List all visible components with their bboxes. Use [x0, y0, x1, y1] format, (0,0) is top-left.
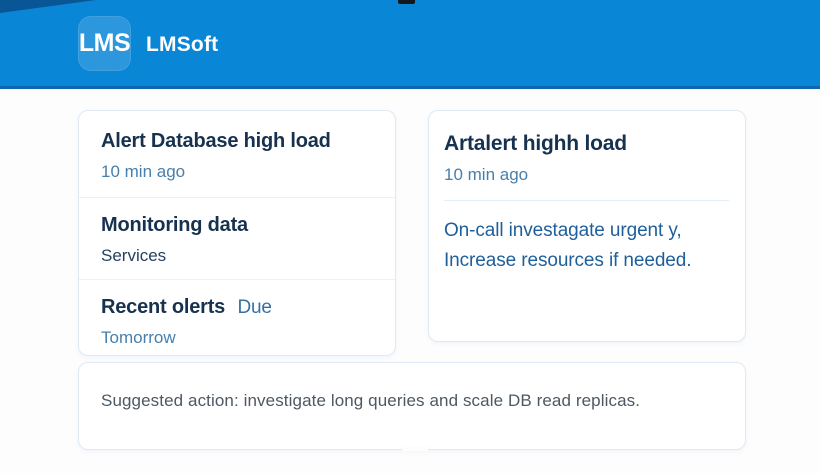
alert-detail-body-line1: On-call investagate urgent y, — [444, 220, 682, 241]
list-item-monitoring-data[interactable]: Monitoring data Services — [79, 197, 395, 279]
suggestion-card: Suggested action: investigate long queri… — [78, 362, 746, 451]
list-item-recent-alerts[interactable]: Recent olerts Due Tomorrow — [79, 279, 395, 357]
alert-detail-body-line2: Increase resources if needed. — [444, 250, 692, 271]
logo-text: LMS — [78, 29, 131, 57]
alert-detail-timestamp: 10 min ago — [444, 165, 529, 184]
alerts-list-card: Alert Database high load 10 min ago Moni… — [78, 110, 396, 356]
app-window: LMS LMSoft Alert Database high load 10 m… — [0, 0, 820, 473]
list-item-due-label: Due — [237, 297, 272, 318]
list-item-title: Alert Database high load — [101, 130, 331, 152]
alert-detail-title: Artalert highh load — [444, 132, 627, 155]
divider — [444, 200, 729, 201]
list-item-title: Recent olerts Due — [101, 295, 377, 320]
brand-name: LMSoft — [146, 33, 219, 56]
card-notch-artifact — [402, 446, 428, 451]
suggestion-text: Suggested action: investigate long queri… — [101, 391, 641, 410]
list-item-database-alert[interactable]: Alert Database high load 10 min ago — [79, 111, 395, 197]
alert-detail-body: On-call investagate urgent y, Increase r… — [444, 216, 729, 276]
list-item-timestamp: 10 min ago — [101, 162, 186, 181]
list-item-title-text: Recent olerts — [101, 296, 226, 318]
list-item-due-date: Tomorrow — [101, 328, 176, 347]
corner-artifact — [0, 0, 96, 13]
app-header: LMS LMSoft — [0, 0, 820, 89]
alert-detail-card: Artalert highh load 10 min ago On-call i… — [428, 110, 746, 342]
top-tick-artifact — [398, 0, 415, 4]
app-logo[interactable]: LMS — [78, 16, 131, 71]
list-item-title: Monitoring data — [101, 214, 248, 236]
list-item-subtitle: Services — [101, 246, 167, 265]
